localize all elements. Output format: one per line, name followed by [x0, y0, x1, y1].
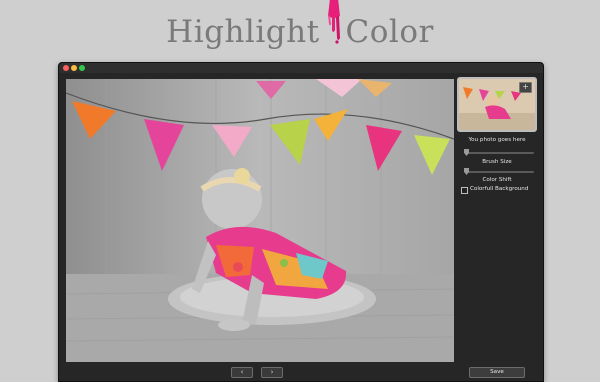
close-window-button[interactable] [63, 65, 69, 71]
next-button[interactable]: › [261, 367, 283, 378]
photo-canvas[interactable] [66, 79, 454, 362]
sidebar: + You photo goes here Brush Size Color S… [457, 77, 539, 377]
headline-word-color: Color [345, 14, 434, 50]
brush-size-label: Brush Size [482, 159, 512, 165]
chevron-left-icon: ‹ [240, 368, 244, 376]
colorful-background-label: Colorfull Background [470, 186, 529, 192]
brush-size-slider[interactable] [464, 149, 534, 156]
thumbnail-preview[interactable]: + [457, 77, 537, 132]
colorful-background-checkbox[interactable] [461, 187, 468, 194]
photo-image [66, 79, 454, 362]
zoom-window-button[interactable] [79, 65, 85, 71]
app-window: + You photo goes here Brush Size Color S… [58, 62, 544, 382]
paint-brush-icon [320, 0, 346, 50]
color-shift-slider[interactable] [464, 168, 534, 175]
chevron-right-icon: › [270, 368, 274, 376]
thumbnail-caption: You photo goes here [468, 137, 526, 143]
brush-size-slider-knob[interactable] [464, 149, 469, 156]
save-button[interactable]: Save [469, 367, 525, 378]
color-shift-label: Color Shift [482, 177, 512, 183]
title-bar [59, 63, 543, 73]
previous-button[interactable]: ‹ [231, 367, 253, 378]
headline-word-highlight: Highlight [166, 14, 320, 50]
app-headline: Highlight Color [0, 0, 600, 62]
plus-icon[interactable]: + [519, 82, 532, 93]
color-shift-slider-knob[interactable] [464, 168, 469, 175]
minimize-window-button[interactable] [71, 65, 77, 71]
